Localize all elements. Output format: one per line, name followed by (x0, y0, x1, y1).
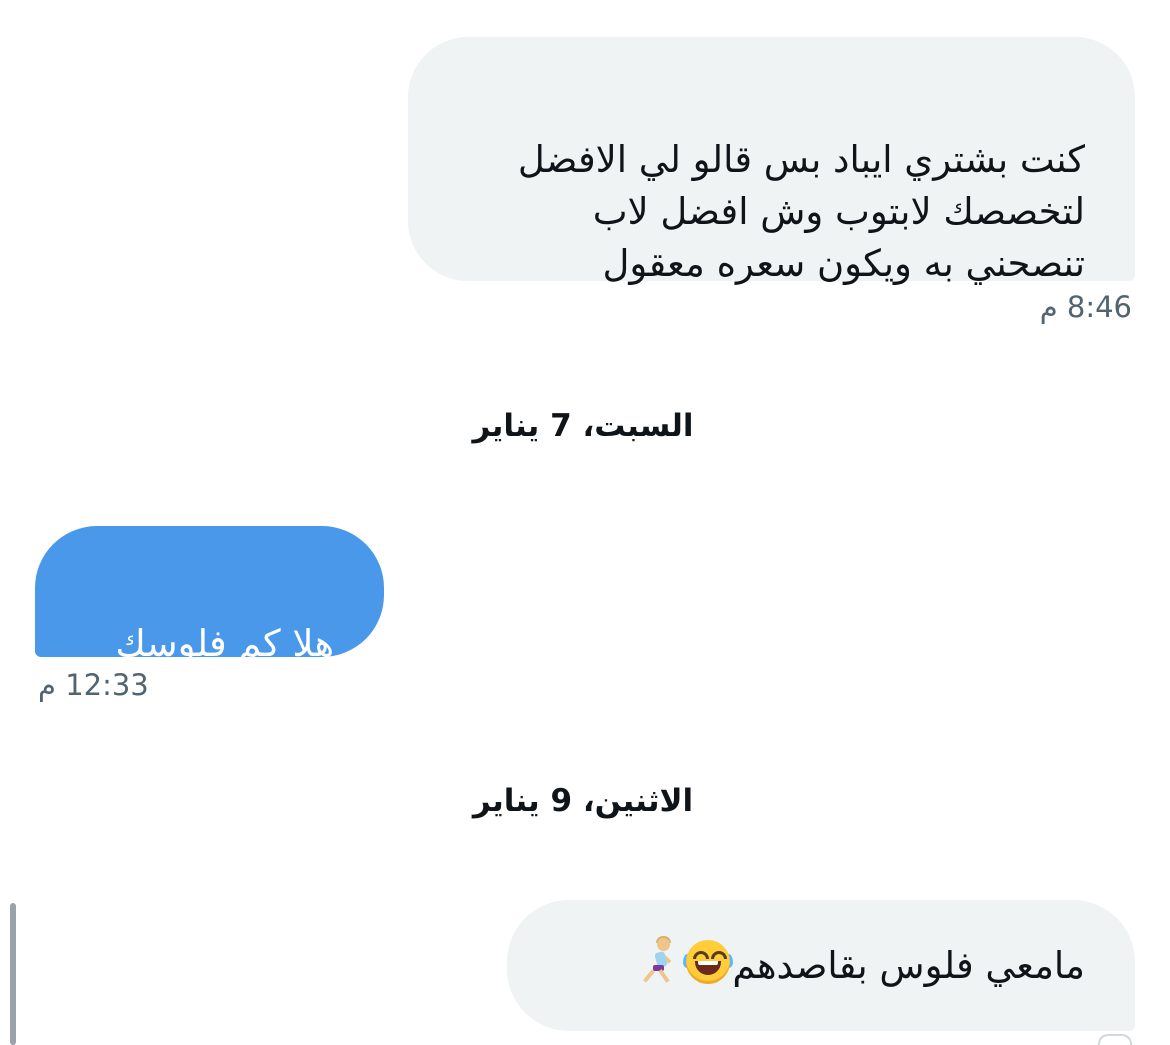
conversation-thread[interactable]: كنت بشتري ايباد بس قالو لي الافضل لتخصصك… (0, 0, 1170, 1045)
message-text: كنت بشتري ايباد بس قالو لي الافضل لتخصصك… (517, 138, 1085, 285)
incoming-message-bubble[interactable]: مامعي فلوس بقاصدهم (507, 900, 1135, 1031)
message-text: هلا كم فلوسك (115, 622, 334, 665)
scrollbar-thumb[interactable] (10, 903, 16, 1045)
message-timestamp: 12:33 م (38, 668, 149, 702)
woman-running-icon (642, 936, 678, 984)
message-text: مامعي فلوس بقاصدهم (732, 944, 1085, 987)
outgoing-message-bubble[interactable]: هلا كم فلوسك (35, 526, 384, 665)
incoming-message-bubble[interactable]: كنت بشتري ايباد بس قالو لي الافضل لتخصصك… (408, 37, 1135, 285)
read-receipt-icon (1098, 1034, 1132, 1045)
message-timestamp: 8:46 م (1039, 290, 1132, 324)
date-separator: السبت، 7 يناير (472, 408, 694, 444)
date-separator: الاثنين، 9 يناير (472, 783, 694, 819)
face-with-tears-of-joy-icon (683, 938, 734, 986)
